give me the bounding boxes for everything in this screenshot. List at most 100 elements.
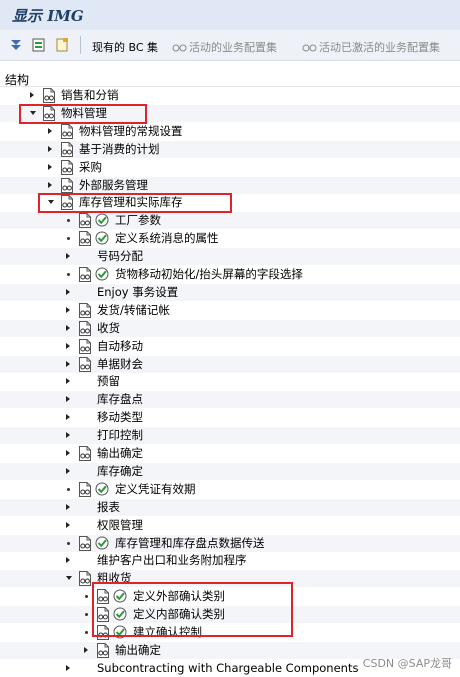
expand-node-icon[interactable] xyxy=(30,92,34,98)
execute-icon[interactable] xyxy=(95,231,109,245)
tree-node[interactable]: 工厂参数 xyxy=(0,212,460,230)
tree-node-label[interactable]: 库存确定 xyxy=(97,464,143,479)
collapse-node-icon[interactable] xyxy=(66,576,72,581)
tree-node-label[interactable]: 定义外部确认类别 xyxy=(133,589,225,604)
expand-node-icon[interactable] xyxy=(66,503,70,510)
tree-node[interactable]: 建立确认控制 xyxy=(0,624,460,641)
documentation-icon[interactable] xyxy=(96,642,110,658)
documentation-icon[interactable] xyxy=(96,589,110,605)
tree-node[interactable]: 收货 xyxy=(0,319,460,337)
tree-node-label[interactable]: 货物移动初始化/抬头屏幕的字段选择 xyxy=(115,267,303,282)
expand-node-icon[interactable] xyxy=(66,664,70,671)
tree-node[interactable]: 库存确定 xyxy=(0,462,460,480)
tree-node[interactable]: 粗收货 xyxy=(0,570,460,588)
tree-node[interactable]: 自动移动 xyxy=(0,338,460,355)
tree-node[interactable]: 单据财会 xyxy=(0,355,460,373)
tree-node-label[interactable]: 定义凭证有效期 xyxy=(115,482,196,497)
tree-node-label[interactable]: 采购 xyxy=(79,160,102,175)
tree-node-label[interactable]: 权限管理 xyxy=(97,518,143,533)
collapse-node-icon[interactable] xyxy=(48,200,54,205)
documentation-icon[interactable] xyxy=(60,195,74,211)
tree-node-label[interactable]: 移动类型 xyxy=(97,410,143,425)
expand-node-icon[interactable] xyxy=(48,181,52,188)
execute-icon[interactable] xyxy=(95,536,109,550)
tree-node-label[interactable]: 建立确认控制 xyxy=(133,625,202,640)
tree-node-label[interactable]: 输出确定 xyxy=(115,643,161,658)
documentation-icon[interactable] xyxy=(96,625,110,640)
expand-node-icon[interactable] xyxy=(66,288,70,295)
expand-node-icon[interactable] xyxy=(66,324,70,331)
tree-node-label[interactable]: 定义内部确认类别 xyxy=(133,607,225,622)
tree-node[interactable]: 定义系统消息的属性 xyxy=(0,230,460,247)
tree-node[interactable]: 物料管理的常规设置 xyxy=(0,123,460,140)
expand-node-icon[interactable] xyxy=(84,646,88,653)
expand-node-icon[interactable] xyxy=(66,342,70,349)
tree-node-label[interactable]: 库存管理和库存盘点数据传送 xyxy=(115,536,265,551)
tree-node[interactable]: 销售和分销 xyxy=(0,87,460,104)
execute-icon[interactable] xyxy=(95,267,109,281)
documentation-icon[interactable] xyxy=(78,446,92,461)
documentation-icon[interactable] xyxy=(60,141,74,157)
documentation-icon[interactable] xyxy=(78,535,92,551)
execute-icon[interactable] xyxy=(113,607,127,621)
execute-icon[interactable] xyxy=(113,625,127,639)
tree-node[interactable]: 定义内部确认类别 xyxy=(0,606,460,624)
execute-icon[interactable] xyxy=(95,213,109,227)
tree-node[interactable]: 库存管理和实际库存 xyxy=(0,194,460,211)
tree-node[interactable]: 采购 xyxy=(0,159,460,176)
tree-node[interactable]: 物料管理 xyxy=(0,104,460,122)
expand-node-icon[interactable] xyxy=(48,127,52,134)
documentation-icon[interactable] xyxy=(78,320,92,336)
documentation-icon[interactable] xyxy=(78,231,92,247)
tree-node-label[interactable]: 粗收货 xyxy=(97,571,132,586)
tree-node-label[interactable]: 预留 xyxy=(97,374,120,389)
documentation-icon[interactable] xyxy=(78,571,92,587)
tree-node-label[interactable]: 发货/转储记帐 xyxy=(97,303,170,318)
tree-node[interactable]: 输出确定 xyxy=(0,445,460,462)
tree-node[interactable]: 库存盘点 xyxy=(0,391,460,409)
tree-node-label[interactable]: 工厂参数 xyxy=(115,213,161,228)
tree-node-label[interactable]: 报表 xyxy=(97,500,120,515)
expand-node-icon[interactable] xyxy=(66,432,70,439)
collapse-node-icon[interactable] xyxy=(30,110,36,115)
documentation-icon[interactable] xyxy=(42,105,56,121)
documentation-icon[interactable] xyxy=(78,481,92,497)
documentation-icon[interactable] xyxy=(60,159,74,175)
tree-node-label[interactable]: 收货 xyxy=(97,321,120,336)
tree-node[interactable]: 权限管理 xyxy=(0,517,460,534)
documentation-icon[interactable] xyxy=(60,177,74,193)
tree-node-label[interactable]: 定义系统消息的属性 xyxy=(115,231,219,246)
tree-node[interactable]: 预留 xyxy=(0,373,460,390)
tree-node-label[interactable]: 输出确定 xyxy=(97,446,143,461)
tree-node-label[interactable]: 号码分配 xyxy=(97,249,143,264)
expand-node-icon[interactable] xyxy=(66,360,70,367)
documentation-icon[interactable] xyxy=(78,356,92,372)
expand-node-icon[interactable] xyxy=(66,253,70,260)
tree-node-label[interactable]: 库存管理和实际库存 xyxy=(79,195,183,210)
tree-node[interactable]: Enjoy 事务设置 xyxy=(0,283,460,301)
expand-node-icon[interactable] xyxy=(66,378,70,385)
tree-node-label[interactable]: 基于消费的计划 xyxy=(79,142,160,157)
tree-node-label[interactable]: 维护客户出口和业务附加程序 xyxy=(97,553,247,568)
expand-node-icon[interactable] xyxy=(66,450,70,456)
expand-node-icon[interactable] xyxy=(48,145,52,152)
tree-node[interactable]: 移动类型 xyxy=(0,409,460,426)
tree-node[interactable]: 定义外部确认类别 xyxy=(0,588,460,605)
documentation-icon[interactable] xyxy=(78,213,92,229)
tree-node-label[interactable]: 外部服务管理 xyxy=(79,178,148,193)
tree-node-label[interactable]: 物料管理 xyxy=(61,106,107,121)
expand-node-icon[interactable] xyxy=(66,521,70,528)
documentation-icon[interactable] xyxy=(42,88,56,103)
tree-node[interactable]: 打印控制 xyxy=(0,427,460,445)
tree-node-label[interactable]: Subcontracting with Chargeable Component… xyxy=(97,661,358,676)
expand-node-icon[interactable] xyxy=(66,414,70,421)
tree-node[interactable]: 报表 xyxy=(0,498,460,516)
execute-icon[interactable] xyxy=(113,589,127,603)
expand-node-icon[interactable] xyxy=(66,396,70,403)
tree-node-label[interactable]: 物料管理的常规设置 xyxy=(79,124,183,139)
tree-node-label[interactable]: 自动移动 xyxy=(97,339,143,354)
tree-node[interactable]: 发货/转储记帐 xyxy=(0,302,460,319)
tree-node-label[interactable]: Enjoy 事务设置 xyxy=(97,285,178,300)
tree-node-label[interactable]: 库存盘点 xyxy=(97,392,143,407)
tree-node[interactable]: 外部服务管理 xyxy=(0,176,460,194)
